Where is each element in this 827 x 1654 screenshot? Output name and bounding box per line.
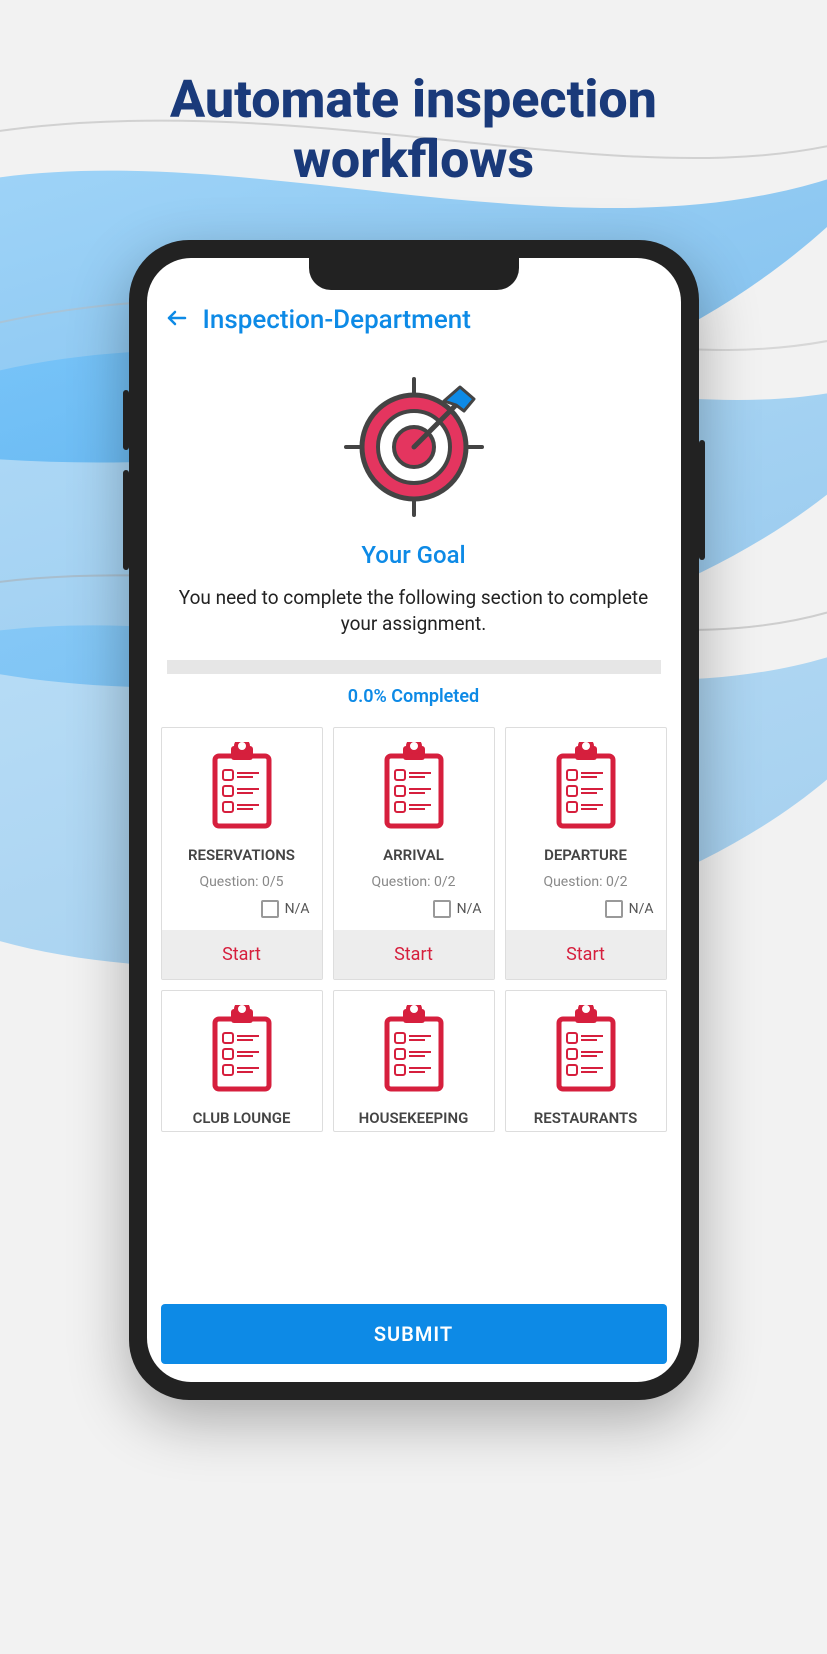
section-card[interactable]: HOUSEKEEPING bbox=[333, 990, 495, 1132]
phone-side-button bbox=[699, 440, 705, 560]
submit-button[interactable]: SUBMIT bbox=[161, 1304, 667, 1364]
na-label: N/A bbox=[285, 901, 310, 917]
clipboard-icon bbox=[551, 742, 621, 832]
card-title: ARRIVAL bbox=[383, 846, 444, 864]
card-na-row: N/A bbox=[506, 900, 666, 930]
card-na-row: N/A bbox=[334, 900, 494, 930]
cards-grid: RESERVATIONS Question: 0/5 N/A Start ARRI… bbox=[161, 727, 667, 1132]
section-card[interactable]: RESERVATIONS Question: 0/5 N/A Start bbox=[161, 727, 323, 980]
cards-container: RESERVATIONS Question: 0/5 N/A Start ARRI… bbox=[147, 727, 681, 1294]
hero-title: Automate inspection workflows bbox=[0, 0, 827, 190]
section-card[interactable]: DEPARTURE Question: 0/2 N/A Start bbox=[505, 727, 667, 980]
start-button[interactable]: Start bbox=[506, 930, 666, 979]
start-button[interactable]: Start bbox=[334, 930, 494, 979]
card-title: RESTAURANTS bbox=[534, 1109, 638, 1131]
na-label: N/A bbox=[629, 901, 654, 917]
card-title: DEPARTURE bbox=[544, 846, 627, 864]
back-arrow-icon[interactable] bbox=[165, 304, 189, 337]
section-card[interactable]: CLUB LOUNGE bbox=[161, 990, 323, 1132]
na-checkbox[interactable] bbox=[433, 900, 451, 918]
progress-bar bbox=[167, 660, 661, 674]
page-title: Inspection-Department bbox=[203, 305, 471, 335]
clipboard-icon bbox=[551, 1005, 621, 1095]
phone-frame: Inspection-Department Your Goal You need… bbox=[129, 240, 699, 1400]
na-checkbox[interactable] bbox=[605, 900, 623, 918]
clipboard-icon bbox=[379, 742, 449, 832]
card-na-row: N/A bbox=[162, 900, 322, 930]
start-button[interactable]: Start bbox=[162, 930, 322, 979]
phone-side-button bbox=[123, 470, 129, 570]
goal-section: Your Goal You need to complete the follo… bbox=[147, 347, 681, 727]
phone-screen: Inspection-Department Your Goal You need… bbox=[147, 258, 681, 1382]
phone-notch bbox=[309, 258, 519, 290]
phone-side-button bbox=[123, 390, 129, 450]
hero-line2: workflows bbox=[0, 130, 827, 190]
progress-label: 0.0% Completed bbox=[167, 686, 661, 707]
section-card[interactable]: ARRIVAL Question: 0/2 N/A Start bbox=[333, 727, 495, 980]
hero-line1: Automate inspection bbox=[0, 70, 827, 130]
card-title: RESERVATIONS bbox=[188, 846, 295, 864]
section-card[interactable]: RESTAURANTS bbox=[505, 990, 667, 1132]
na-label: N/A bbox=[457, 901, 482, 917]
clipboard-icon bbox=[207, 742, 277, 832]
card-title: HOUSEKEEPING bbox=[359, 1109, 469, 1131]
card-question-count: Question: 0/2 bbox=[543, 874, 627, 890]
submit-bar: SUBMIT bbox=[161, 1304, 667, 1364]
clipboard-icon bbox=[379, 1005, 449, 1095]
clipboard-icon bbox=[207, 1005, 277, 1095]
na-checkbox[interactable] bbox=[261, 900, 279, 918]
card-question-count: Question: 0/5 bbox=[199, 874, 283, 890]
target-icon bbox=[344, 377, 484, 517]
card-title: CLUB LOUNGE bbox=[193, 1109, 291, 1131]
goal-description: You need to complete the following secti… bbox=[167, 585, 661, 638]
goal-label: Your Goal bbox=[167, 541, 661, 569]
card-question-count: Question: 0/2 bbox=[371, 874, 455, 890]
